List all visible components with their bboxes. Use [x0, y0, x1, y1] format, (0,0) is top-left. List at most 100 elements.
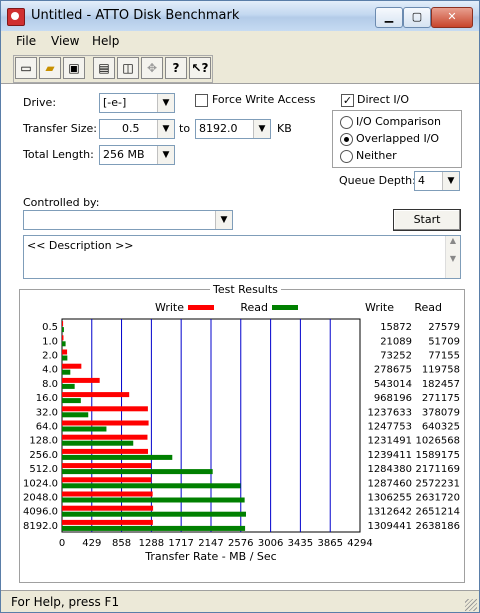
value-read: 2631720 [415, 493, 460, 504]
bar-write [62, 335, 64, 341]
drive-select[interactable]: [-e-] ▼ [99, 93, 175, 113]
value-read: 640325 [422, 422, 460, 433]
bar-read [62, 497, 245, 503]
x-tick-label: 2147 [198, 538, 223, 549]
new-icon[interactable]: ▭ [15, 57, 37, 79]
minimize-button[interactable]: ▁ [375, 7, 403, 28]
overlapped-io-radio[interactable] [340, 133, 353, 146]
bar-read [62, 398, 81, 404]
value-write: 1287460 [367, 478, 412, 489]
y-tick-label: 1.0 [42, 336, 58, 347]
value-read: 77155 [428, 351, 460, 362]
print-icon[interactable]: ▤ [93, 57, 115, 79]
toolbar: ▭ ▰ ▣ ▤ ◫ ✥ ? ↖? [13, 55, 213, 83]
y-tick-label: 64.0 [36, 422, 58, 433]
chevron-down-icon[interactable]: ▼ [157, 94, 174, 112]
bar-read [62, 454, 173, 460]
bar-write [62, 519, 153, 525]
resize-grip-icon[interactable] [465, 599, 477, 611]
bar-read [62, 525, 246, 531]
queue-depth-select[interactable]: 4 ▼ [414, 171, 460, 191]
value-read: 2651214 [415, 507, 460, 518]
io-comparison-radio[interactable] [340, 116, 353, 129]
x-tick-label: 1288 [139, 538, 164, 549]
bar-read [62, 369, 71, 375]
bar-write [62, 392, 130, 398]
move-icon[interactable]: ✥ [141, 57, 163, 79]
y-tick-label: 256.0 [29, 450, 58, 461]
y-tick-label: 8192.0 [23, 521, 58, 532]
title-bar[interactable]: Untitled - ATTO Disk Benchmark ▁ ▢ ✕ [1, 1, 479, 31]
column-header-read: Read [414, 301, 442, 314]
chevron-down-icon[interactable]: ▼ [215, 211, 232, 229]
bar-write [62, 434, 148, 440]
value-read: 2171169 [415, 464, 460, 475]
test-results-group: Test Results 0 429 858 1288 1717 2147 2576 3006… [19, 283, 465, 583]
value-write: 1239411 [367, 450, 412, 461]
queue-depth-label: Queue Depth: [339, 174, 416, 187]
y-tick-label: 8.0 [42, 379, 58, 390]
direct-io-checkbox[interactable]: ✓ [341, 94, 354, 107]
help-icon[interactable]: ? [165, 57, 187, 79]
menu-view[interactable]: View [51, 34, 79, 48]
value-read: 378079 [422, 407, 460, 418]
app-icon[interactable] [7, 8, 25, 26]
app-window: Untitled - ATTO Disk Benchmark ▁ ▢ ✕ Fil… [0, 0, 480, 613]
status-bar: For Help, press F1 [1, 590, 479, 612]
transfer-to-select[interactable]: 8192.0 ▼ [195, 119, 271, 139]
legend-write-label: Write [155, 301, 184, 314]
to-label: to [179, 122, 191, 135]
context-help-icon[interactable]: ↖? [189, 57, 211, 79]
value-write: 15872 [380, 322, 412, 333]
chevron-down-icon[interactable]: ▼ [157, 120, 174, 138]
x-tick-label: 2576 [228, 538, 253, 549]
neither-label[interactable]: Neither [356, 149, 397, 162]
description-textbox[interactable]: << Description >> ▲ ▼ [23, 235, 461, 279]
y-tick-label: 16.0 [36, 393, 58, 404]
chevron-down-icon[interactable]: ▼ [442, 172, 459, 190]
y-tick-label: 1024.0 [23, 478, 58, 489]
description-scrollbar[interactable]: ▲ ▼ [445, 236, 460, 278]
bar-write [62, 377, 100, 383]
value-read: 2572231 [415, 478, 460, 489]
value-write: 21089 [380, 336, 412, 347]
bar-read [62, 469, 213, 475]
transfer-from-select[interactable]: 0.5 ▼ [99, 119, 175, 139]
bar-write [62, 477, 152, 483]
controlled-by-label: Controlled by: [23, 196, 100, 209]
bar-read [62, 412, 89, 418]
value-write: 1312642 [367, 507, 412, 518]
print-preview-icon[interactable]: ◫ [117, 57, 139, 79]
menu-help[interactable]: Help [92, 34, 119, 48]
io-comparison-label[interactable]: I/O Comparison [356, 115, 441, 128]
chevron-down-icon[interactable]: ▼ [157, 146, 174, 164]
description-text: << Description >> [27, 239, 134, 252]
direct-io-label[interactable]: Direct I/O [357, 93, 409, 106]
overlapped-io-label[interactable]: Overlapped I/O [356, 132, 439, 145]
value-write: 73252 [380, 351, 412, 362]
value-write: 1306255 [367, 493, 412, 504]
kb-label: KB [277, 122, 292, 135]
y-tick-label: 0.5 [42, 322, 58, 333]
start-button[interactable]: Start [393, 209, 461, 231]
force-write-label[interactable]: Force Write Access [212, 93, 315, 106]
value-write: 278675 [374, 365, 412, 376]
status-text: For Help, press F1 [11, 595, 120, 609]
close-button[interactable]: ✕ [431, 7, 473, 28]
chevron-down-icon[interactable]: ▼ [253, 120, 270, 138]
neither-radio[interactable] [340, 150, 353, 163]
bar-write [62, 420, 149, 426]
bar-read [62, 327, 64, 333]
total-length-select[interactable]: 256 MB ▼ [99, 145, 175, 165]
controlled-by-select[interactable]: ▼ [23, 210, 233, 230]
x-tick-label: 858 [112, 538, 131, 549]
x-tick-label: 3435 [288, 538, 313, 549]
open-icon[interactable]: ▰ [39, 57, 61, 79]
x-tick-label: 1717 [168, 538, 193, 549]
force-write-checkbox[interactable] [195, 94, 208, 107]
value-read: 51709 [428, 336, 460, 347]
value-read: 1026568 [415, 436, 460, 447]
menu-file[interactable]: File [16, 34, 36, 48]
maximize-button[interactable]: ▢ [403, 7, 431, 28]
save-icon[interactable]: ▣ [63, 57, 85, 79]
